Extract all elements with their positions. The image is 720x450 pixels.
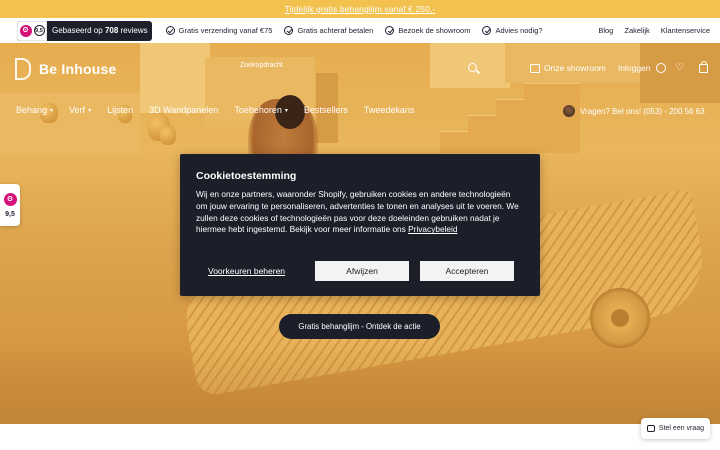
logo-mark-icon xyxy=(15,58,31,80)
review-badge[interactable]: ʘ 9,5 Gebaseerd op 708 reviews xyxy=(17,20,152,41)
link-blog[interactable]: Blog xyxy=(598,26,613,35)
contact-phone[interactable]: Vragen? Bel ons! (053) - 200 56 63 xyxy=(563,105,705,117)
side-review-widget[interactable]: ʘ 9,5 xyxy=(0,184,20,226)
accept-button[interactable]: Accepteren xyxy=(420,261,514,281)
link-klantenservice[interactable]: Klantenservice xyxy=(661,26,710,35)
chevron-down-icon: ▾ xyxy=(50,107,54,114)
scene-stairs xyxy=(440,83,580,153)
kiyoh-logo: ʘ 9,5 xyxy=(17,20,47,41)
search-input[interactable]: Zoekopdracht xyxy=(240,62,283,69)
wishlist-icon[interactable]: ♡ xyxy=(675,63,684,73)
scene-vase xyxy=(160,125,176,145)
nav-bestsellers[interactable]: Bestsellers xyxy=(304,105,348,115)
review-score: 9,5 xyxy=(33,25,45,36)
promo-bar: Tijdelijk gratis behanglijm vanaf € 250,… xyxy=(0,0,720,18)
review-text: Gebaseerd op 708 reviews xyxy=(52,26,148,35)
ask-question-button[interactable]: Stel een vraag xyxy=(641,418,710,439)
usp-showroom[interactable]: Bezoek de showroom xyxy=(385,26,470,35)
nav-tweedekans[interactable]: Tweedekans xyxy=(364,105,415,115)
usp-bar: ʘ 9,5 Gebaseerd op 708 reviews Gratis ve… xyxy=(0,18,720,43)
avatar xyxy=(563,105,575,117)
scene-wall xyxy=(640,43,720,103)
chat-icon xyxy=(646,425,655,432)
check-icon xyxy=(165,26,175,35)
cookie-body: Wij en onze partners, waaronder Shopify,… xyxy=(196,189,519,235)
kiyoh-icon: ʘ xyxy=(3,192,17,206)
link-zakelijk[interactable]: Zakelijk xyxy=(624,26,649,35)
search-icon[interactable] xyxy=(468,63,477,72)
privacy-link[interactable]: Privacybeleid xyxy=(408,224,457,234)
nav-3d-wandpanelen[interactable]: 3D Wandpanelen xyxy=(149,105,218,115)
kiyoh-icon: ʘ xyxy=(19,24,32,37)
scene-wall xyxy=(0,93,140,153)
reject-button[interactable]: Afwijzen xyxy=(315,261,409,281)
nav-toebehoren[interactable]: Toebehoren ▾ xyxy=(234,105,288,115)
page-content-start xyxy=(0,424,720,450)
usp-shipping: Gratis verzending vanaf €75 xyxy=(165,26,272,35)
showroom-link[interactable]: Onze showroom xyxy=(544,63,606,73)
manage-preferences-button[interactable]: Voorkeuren beheren xyxy=(196,266,314,276)
brand-logo[interactable]: Be Inhouse xyxy=(15,58,116,80)
brand-name: Be Inhouse xyxy=(39,61,117,77)
cookie-actions: Voorkeuren beheren Afwijzen Accepteren xyxy=(196,261,524,281)
usp-advice[interactable]: Advies nodig? xyxy=(482,26,543,35)
user-icon[interactable] xyxy=(655,63,666,73)
cookie-dialog: Cookietoestemming Wij en onze partners, … xyxy=(180,154,540,296)
cookie-title: Cookietoestemming xyxy=(196,170,297,182)
check-icon xyxy=(482,26,492,35)
chevron-down-icon: ▾ xyxy=(284,107,288,114)
store-icon xyxy=(530,63,540,73)
header-actions: Onze showroom Inloggen xyxy=(530,63,666,73)
top-links: Blog Zakelijk Klantenservice xyxy=(598,26,710,35)
ask-question-label: Stel een vraag xyxy=(658,425,705,432)
scene-wall xyxy=(140,43,210,113)
usp-payment: Gratis achteraf betalen xyxy=(284,26,373,35)
check-icon xyxy=(284,26,294,35)
scene-floor xyxy=(0,343,720,424)
nav-verf[interactable]: Verf ▾ xyxy=(69,105,91,115)
promo-link[interactable]: Tijdelijk gratis behanglijm vanaf € 250,… xyxy=(285,4,436,14)
login-link[interactable]: Inloggen xyxy=(618,63,651,73)
side-review-score: 9,5 xyxy=(5,210,15,218)
scene-roll-end xyxy=(590,288,650,348)
nav-behang[interactable]: Behang ▾ xyxy=(16,105,53,115)
hero-cta-button[interactable]: Gratis behanglijm - Ontdek de actie xyxy=(279,314,440,339)
main-nav: Behang ▾ Verf ▾ Lijsten 3D Wandpanelen Toe… xyxy=(16,105,414,115)
chevron-down-icon: ▾ xyxy=(88,107,92,114)
nav-lijsten[interactable]: Lijsten xyxy=(107,105,133,115)
cart-icon[interactable] xyxy=(699,61,708,73)
check-icon xyxy=(385,26,395,35)
